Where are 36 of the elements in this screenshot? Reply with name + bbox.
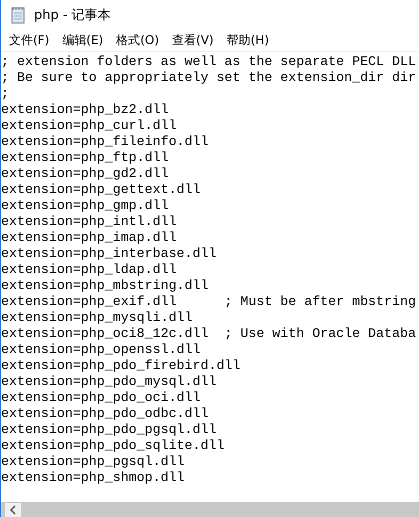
text-line: extension=php_gd2.dll [1,166,170,182]
horizontal-scrollbar[interactable] [1,502,419,517]
text-line: extension=php_pdo_firebird.dll [1,358,242,374]
text-line: extension=php_interbase.dll [1,246,218,262]
text-line: extension=php_ldap.dll [1,262,178,278]
window-title: php - 记事本 [34,7,111,24]
text-line: extension=php_oci8_12c.dll ; Use with Oracle Databa [1,326,417,342]
text-line: extension=php_gmp.dll [1,198,170,214]
text-line: extension=php_mysqli.dll [1,310,194,326]
text-line: extension=php_intl.dll [1,214,178,230]
scroll-left-icon[interactable] [5,502,21,516]
text-line: extension=php_pdo_odbc.dll [1,406,210,422]
text-line: ; extension folders as well as the separate PECL DLL [1,54,417,70]
text-line: extension=php_curl.dll [1,118,178,134]
notepad-icon [10,6,26,24]
text-line: extension=php_shmop.dll [1,470,186,486]
text-line: extension=php_mbstring.dll [1,278,210,294]
text-line: extension=php_ftp.dll [1,150,170,166]
text-line: extension=php_openssl.dll [1,342,202,358]
text-line: extension=php_pdo_sqlite.dll [1,438,226,454]
text-line: extension=php_pdo_mysql.dll [1,374,218,390]
text-line: extension=php_bz2.dll [1,102,170,118]
text-line: ; [1,86,10,102]
menu-item[interactable]: 格式(O) [111,32,164,49]
text-line: extension=php_pgsql.dll [1,454,186,470]
text-line: extension=php_imap.dll [1,230,178,246]
menu-item[interactable]: 查看(V) [167,32,219,49]
text-line: extension=php_fileinfo.dll [1,134,210,150]
text-line: extension=php_exif.dll ; Must be after mbstring [1,294,417,310]
text-line: extension=php_pdo_pgsql.dll [1,422,218,438]
menu-item[interactable]: 文件(F) [4,32,54,49]
menu-item[interactable]: 帮助(H) [222,32,274,49]
text-line: extension=php_pdo_oci.dll [1,390,202,406]
text-line: ; Be sure to appropriately set the extension_dir dir [1,70,417,86]
menu-item[interactable]: 编辑(E) [57,32,108,49]
text-line: extension=php_gettext.dll [1,182,202,198]
